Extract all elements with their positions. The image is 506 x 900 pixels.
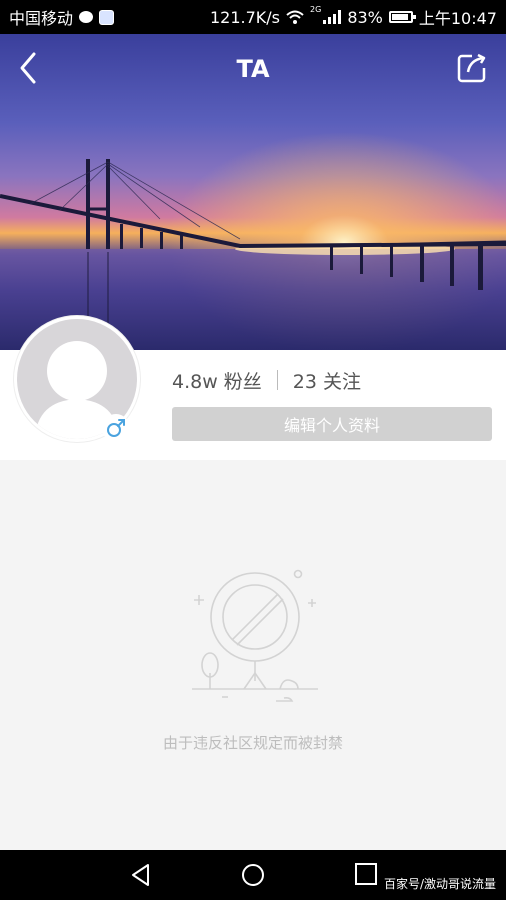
network-type: 2G — [310, 5, 322, 14]
following-count[interactable]: 23 关注 — [293, 367, 361, 394]
battery-icon — [388, 11, 416, 23]
triangle-back-icon — [132, 864, 149, 886]
fans-count[interactable]: 4.8w 粉丝 — [172, 367, 262, 394]
banned-illustration — [192, 569, 318, 702]
page-title: TA — [236, 55, 270, 83]
watermark: 百家号/激动哥说流量 — [383, 877, 496, 891]
ban-message: 由于违反社区规定而被封禁 — [162, 734, 343, 752]
circle-home-icon — [242, 864, 264, 886]
edit-profile-button[interactable]: 编辑个人资料 — [172, 407, 492, 441]
status-bar: 中国移动 121.7K/s 2G 83% 上午10:47 — [0, 0, 506, 34]
back-button[interactable] — [14, 50, 44, 86]
carrier-name: 中国移动 — [9, 9, 74, 28]
nav-recent-button[interactable] — [354, 862, 378, 886]
status-bar-left: 中国移动 — [9, 5, 115, 29]
wechat-icon — [79, 11, 94, 23]
square-recent-icon — [355, 863, 377, 885]
status-bar-right: 121.7K/s 2G 83% 上午10:47 — [210, 5, 497, 29]
clock: 上午10:47 — [418, 9, 497, 28]
gender-badge — [102, 414, 130, 442]
baidu-icon — [99, 9, 115, 25]
stats-divider — [276, 370, 278, 390]
share-button[interactable] — [456, 52, 488, 84]
wifi-icon — [286, 10, 304, 24]
title-bar: TA — [0, 34, 506, 104]
battery-percent: 83% — [347, 7, 383, 27]
chevron-left-icon — [20, 52, 36, 84]
signal-icon — [323, 10, 342, 24]
network-speed: 121.7K/s — [209, 7, 281, 27]
share-icon — [457, 53, 486, 83]
nav-home-button[interactable] — [240, 862, 266, 888]
profile-stats: 4.8w 粉丝 23 关注 — [172, 366, 361, 394]
nav-back-button[interactable] — [128, 862, 154, 888]
male-icon — [107, 419, 125, 437]
